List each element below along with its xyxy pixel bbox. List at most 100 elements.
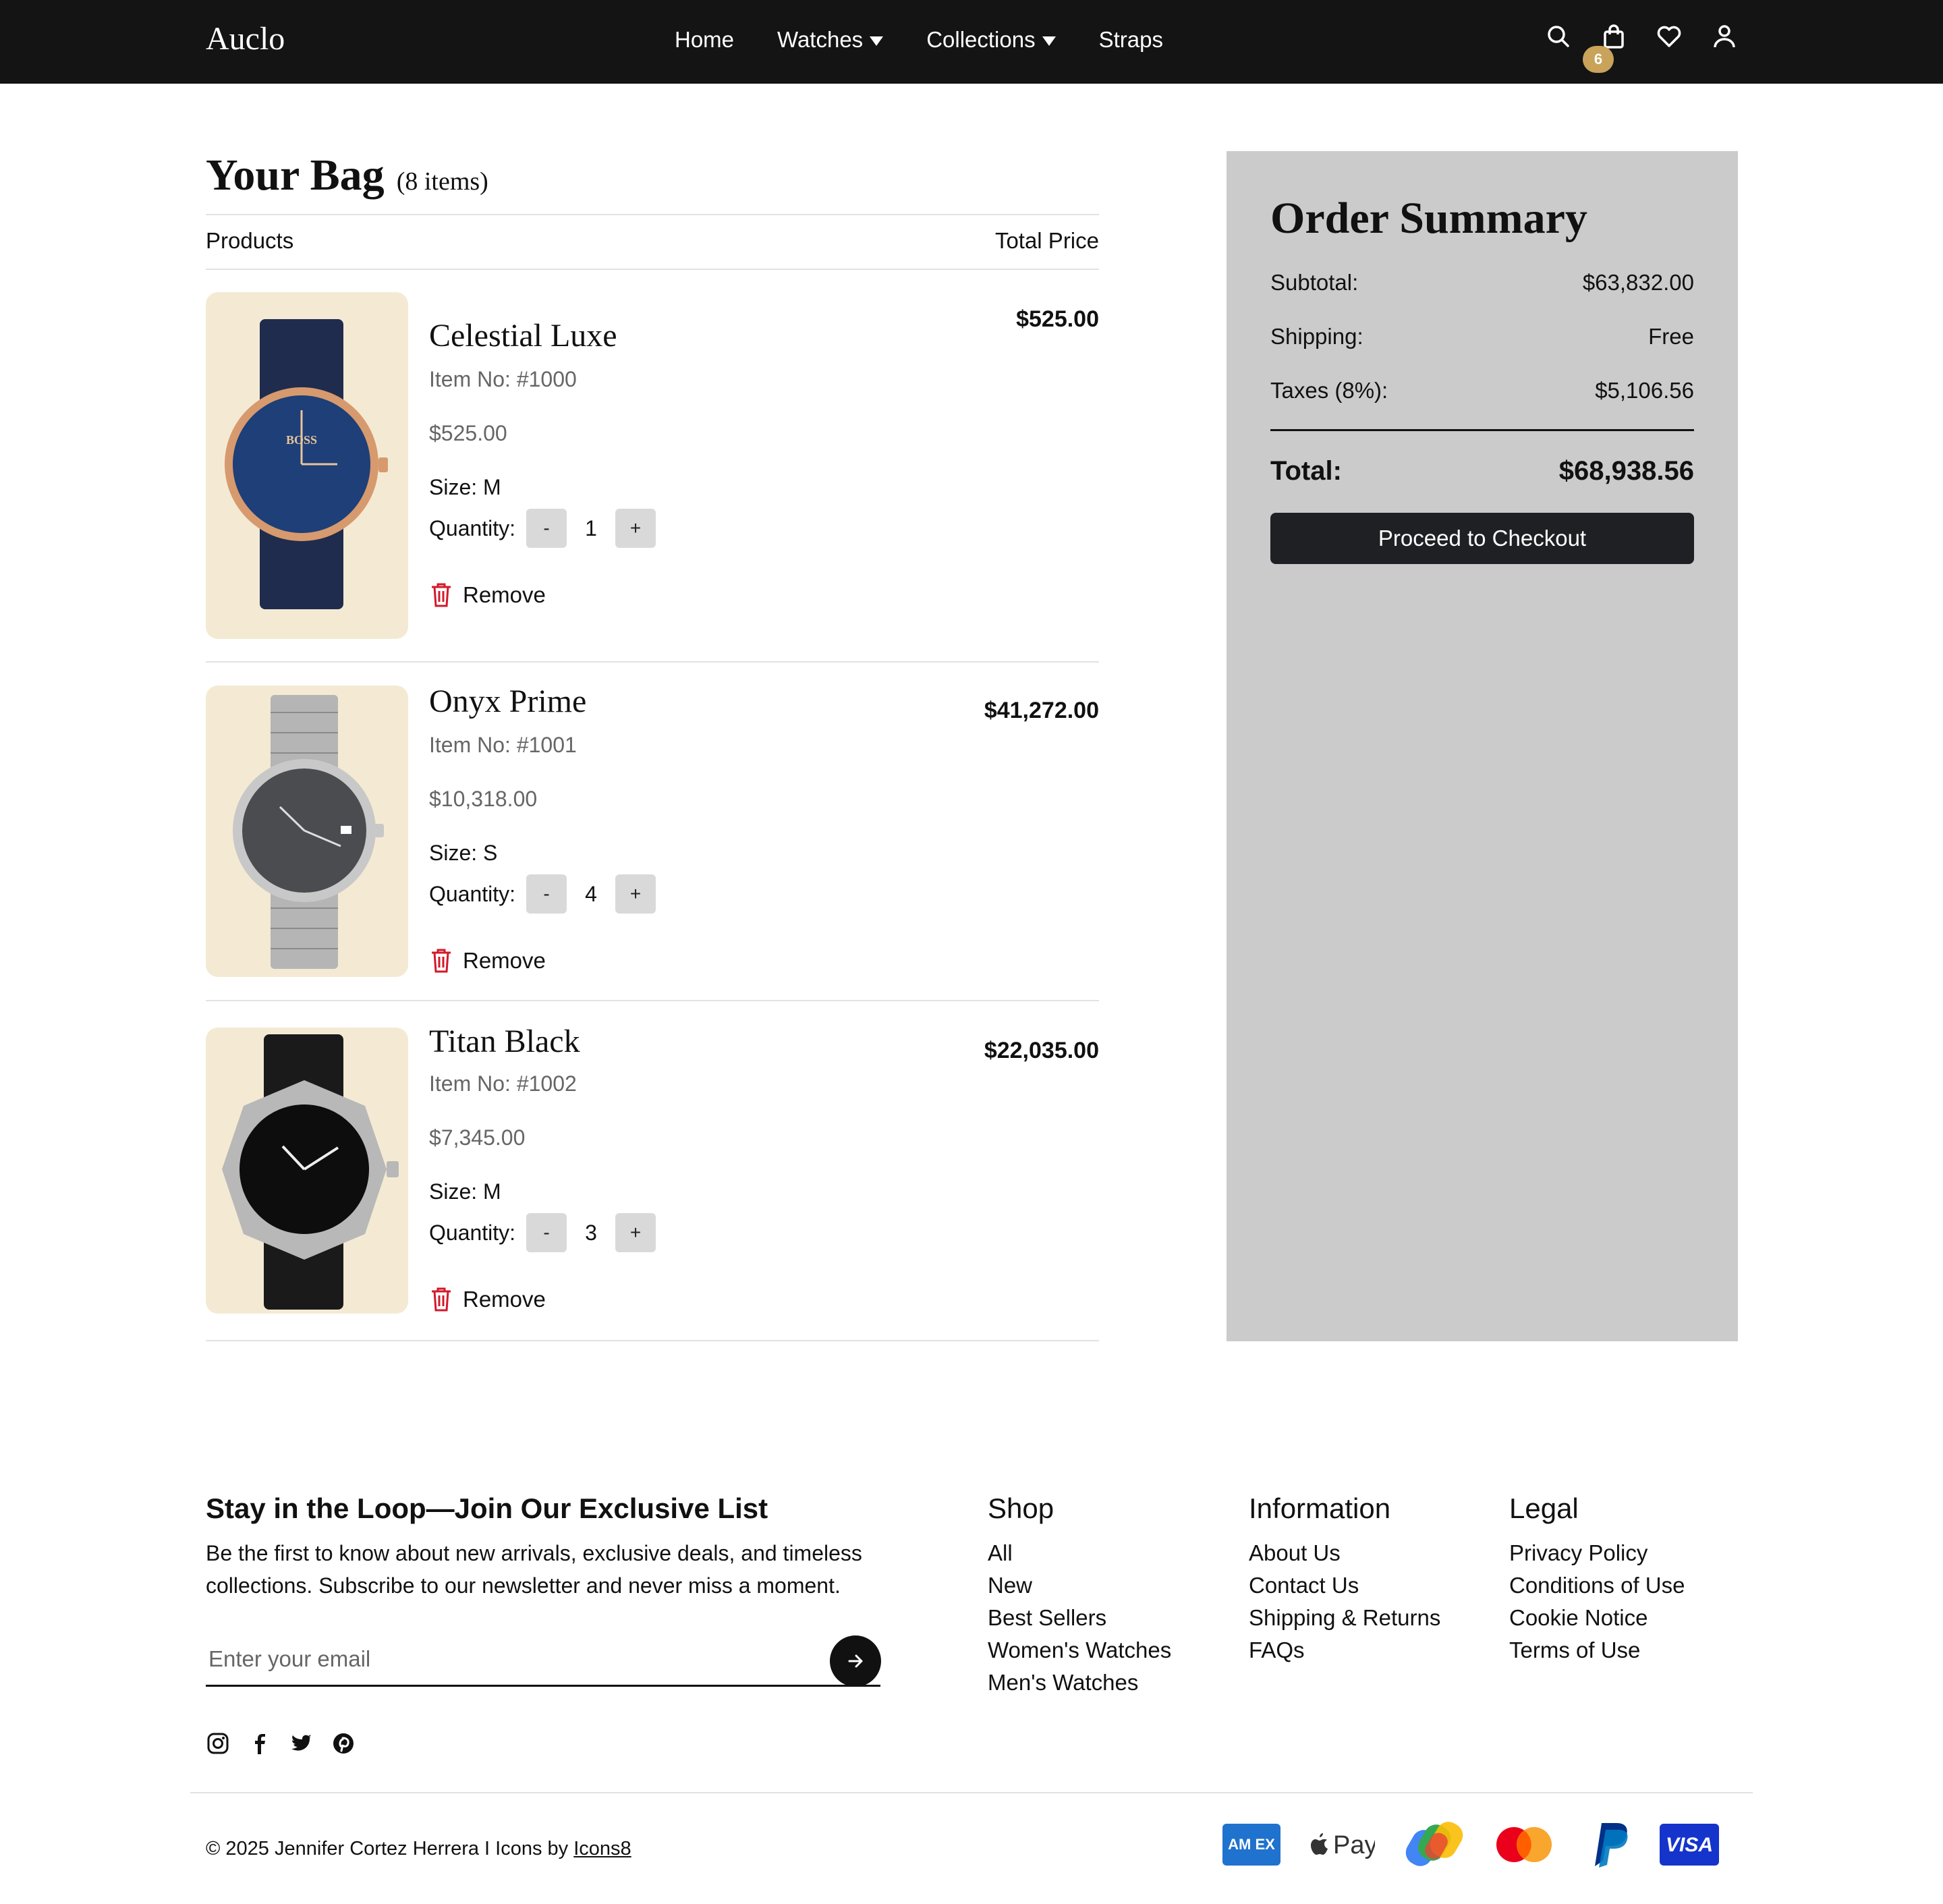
instagram-icon[interactable]	[206, 1731, 230, 1756]
column-header-products: Products	[206, 228, 294, 253]
divider	[206, 1000, 1099, 1001]
newsletter-description: Be the first to know about new arrivals,…	[206, 1541, 862, 1598]
taxes-label: Taxes (8%):	[1270, 378, 1388, 403]
divider	[190, 1792, 1753, 1793]
nav-home-label: Home	[675, 27, 735, 52]
visa-icon: VISA	[1660, 1822, 1719, 1868]
payment-methods: AM EX Pay VISA	[1222, 1822, 1719, 1868]
shipping-value: Free	[1648, 324, 1694, 349]
footer-link[interactable]: Men's Watches	[988, 1667, 1171, 1699]
quantity-value: 1	[585, 515, 597, 540]
footer-link[interactable]: About Us	[1249, 1537, 1440, 1569]
product-name[interactable]: Celestial Luxe	[429, 317, 617, 354]
quantity-stepper: Quantity: - 4 +	[429, 874, 656, 914]
divider	[206, 214, 1099, 215]
svg-text:VISA: VISA	[1666, 1834, 1713, 1856]
remove-item-button[interactable]: Remove	[429, 1286, 546, 1313]
footer-link[interactable]: Terms of Use	[1509, 1634, 1685, 1667]
subtotal-value: $63,832.00	[1582, 270, 1694, 295]
remove-item-button[interactable]: Remove	[429, 947, 546, 974]
product-name[interactable]: Onyx Prime	[429, 683, 586, 720]
newsletter-title: Stay in the Loop—Join Our Exclusive List	[206, 1492, 768, 1524]
icons8-link[interactable]: Icons8	[573, 1838, 631, 1859]
copyright-text: © 2025 Jennifer Cortez Herrera I Icons b…	[206, 1838, 631, 1860]
nav-home[interactable]: Home	[675, 27, 734, 53]
footer-link[interactable]: Best Sellers	[988, 1602, 1171, 1634]
footer-link[interactable]: FAQs	[1249, 1634, 1440, 1667]
page-title: Your Bag	[206, 150, 385, 200]
subscribe-button[interactable]	[830, 1635, 881, 1687]
footer-link[interactable]: New	[988, 1569, 1171, 1602]
taxes-row: Taxes (8%): $5,106.56	[1270, 378, 1694, 403]
remove-label: Remove	[463, 582, 546, 607]
remove-item-button[interactable]: Remove	[429, 582, 546, 609]
main-nav: Home Watches Collections Straps	[675, 27, 1163, 53]
total-row: Total: $68,938.56	[1270, 456, 1694, 486]
header-icons	[1545, 23, 1738, 50]
quantity-decrease-button[interactable]: -	[526, 509, 567, 548]
quantity-decrease-button[interactable]: -	[526, 874, 567, 914]
trash-icon	[432, 949, 451, 973]
divider	[206, 269, 1099, 270]
footer-information-column: Information About Us Contact Us Shipping…	[1249, 1492, 1440, 1667]
order-summary-panel: Order Summary Subtotal: $63,832.00 Shipp…	[1227, 151, 1738, 1341]
footer-link[interactable]: Shipping & Returns	[1249, 1602, 1440, 1634]
product-unit-price: $525.00	[429, 421, 507, 445]
footer-link[interactable]: Conditions of Use	[1509, 1569, 1685, 1602]
quantity-increase-button[interactable]: +	[615, 1213, 656, 1252]
footer-link[interactable]: All	[988, 1537, 1171, 1569]
product-image-titan-black[interactable]	[206, 1028, 408, 1314]
nav-collections[interactable]: Collections	[926, 27, 1056, 53]
nav-watches-label: Watches	[777, 27, 864, 52]
nav-watches[interactable]: Watches	[777, 27, 884, 53]
remove-label: Remove	[463, 948, 546, 973]
item-total-price: $22,035.00	[984, 1038, 1099, 1063]
amex-icon: AM EX	[1222, 1822, 1280, 1868]
footer-shop-title: Shop	[988, 1492, 1054, 1524]
quantity-increase-button[interactable]: +	[615, 509, 656, 548]
user-icon[interactable]	[1711, 23, 1738, 50]
footer-legal-column: Legal Privacy Policy Conditions of Use C…	[1509, 1492, 1685, 1667]
footer-link[interactable]: Women's Watches	[988, 1634, 1171, 1667]
footer-information-title: Information	[1249, 1492, 1391, 1524]
facebook-icon[interactable]	[248, 1731, 272, 1756]
item-total-price: $41,272.00	[984, 698, 1099, 723]
top-navigation-bar: Auclo Home Watches Collections Straps 6	[0, 0, 1943, 84]
quantity-value: 4	[585, 881, 597, 906]
google-pay-icon	[1402, 1822, 1467, 1868]
trash-icon	[432, 1287, 451, 1312]
divider	[206, 661, 1099, 663]
product-image-onyx-prime[interactable]	[206, 685, 408, 977]
email-input[interactable]	[206, 1633, 880, 1687]
footer-legal-title: Legal	[1509, 1492, 1579, 1524]
twitter-icon[interactable]	[289, 1731, 314, 1756]
product-item-number: Item No: #1001	[429, 733, 577, 757]
shipping-label: Shipping:	[1270, 324, 1363, 349]
heart-icon[interactable]	[1656, 23, 1683, 50]
caret-down-icon	[1042, 36, 1056, 46]
product-item-number: Item No: #1000	[429, 367, 577, 391]
divider	[1270, 429, 1694, 431]
nav-straps-label: Straps	[1098, 27, 1163, 52]
product-name[interactable]: Titan Black	[429, 1023, 580, 1060]
product-size: Size: M	[429, 1179, 501, 1204]
footer-link[interactable]: Contact Us	[1249, 1569, 1440, 1602]
proceed-to-checkout-button[interactable]: Proceed to Checkout	[1270, 513, 1694, 564]
order-summary-title: Order Summary	[1270, 194, 1587, 243]
shipping-row: Shipping: Free	[1270, 324, 1694, 349]
quantity-decrease-button[interactable]: -	[526, 1213, 567, 1252]
search-icon[interactable]	[1545, 23, 1572, 50]
social-links	[206, 1731, 356, 1756]
quantity-label: Quantity:	[429, 515, 516, 540]
mastercard-icon	[1494, 1822, 1554, 1868]
nav-straps[interactable]: Straps	[1099, 27, 1163, 53]
quantity-increase-button[interactable]: +	[615, 874, 656, 914]
footer-shop-column: Shop All New Best Sellers Women's Watche…	[988, 1492, 1171, 1699]
pinterest-icon[interactable]	[331, 1731, 356, 1756]
bag-item-count: (8 items)	[396, 167, 488, 196]
footer-link[interactable]: Cookie Notice	[1509, 1602, 1685, 1634]
brand-logo[interactable]: Auclo	[206, 20, 285, 57]
product-unit-price: $10,318.00	[429, 787, 538, 811]
footer-link[interactable]: Privacy Policy	[1509, 1537, 1685, 1569]
product-image-celestial-luxe[interactable]: BOSS	[206, 292, 408, 639]
